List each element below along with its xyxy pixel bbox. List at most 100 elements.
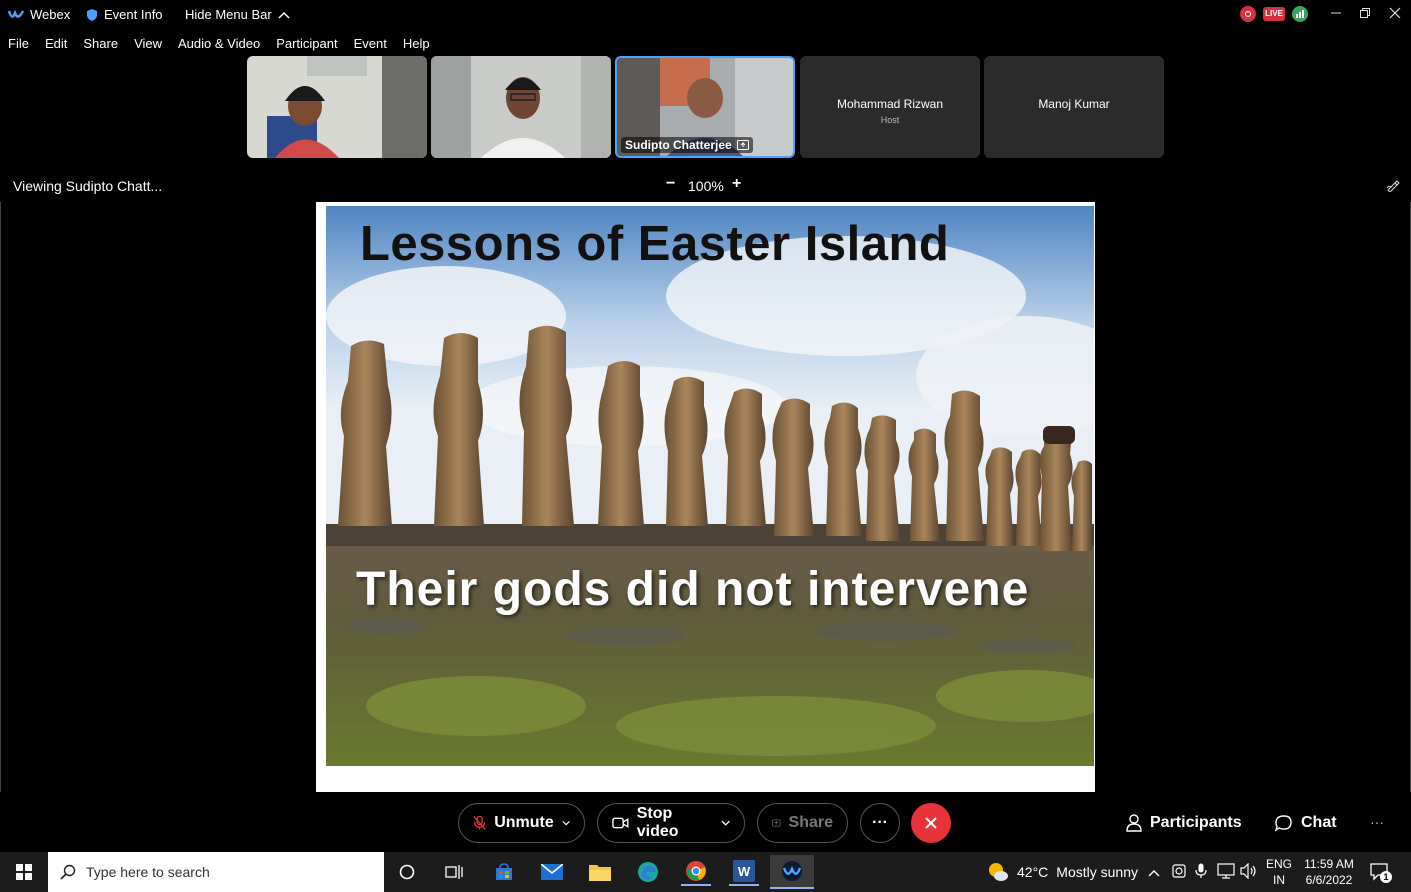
participants-label: Participants [1150,814,1242,831]
hide-menu-bar-button[interactable]: Hide Menu Bar [185,7,290,22]
app-name: Webex [30,7,71,22]
microphone-icon [1195,863,1207,878]
weather-desc: Mostly sunny [1056,864,1138,880]
folder-icon [589,865,611,881]
annotate-button[interactable] [1386,178,1400,197]
microsoft-store-icon [496,863,512,880]
shared-slide[interactable]: Lessons of Easter Island Their gods did … [316,202,1095,792]
menu-help[interactable]: Help [395,33,438,55]
notification-center-button[interactable]: 1 [1370,862,1392,887]
sun-cloud-icon [989,863,1008,881]
network-indicator[interactable] [1217,863,1235,884]
webcam-indicator[interactable] [1171,863,1187,884]
network-stats-icon[interactable] [1292,6,1308,22]
menu-participant[interactable]: Participant [268,33,345,55]
network-icon [1217,863,1235,879]
webex-logo-icon [8,8,24,18]
weather-widget[interactable]: 42°C Mostly sunny [987,862,1138,882]
participant-name: Mohammad Rizwan [836,97,944,111]
chat-panel-button[interactable]: Chat [1275,814,1337,832]
shared-content-stage: Lessons of Easter Island Their gods did … [0,202,1411,792]
slide-caption: Their gods did not intervene [356,563,1030,616]
unmute-label: Unmute [494,814,554,831]
more-options-button[interactable]: ··· [860,803,900,843]
task-view-button[interactable] [439,858,469,886]
input-language-indicator[interactable]: ENG IN [1266,856,1292,888]
word-icon: W [733,860,755,882]
menu-edit[interactable]: Edit [37,33,75,55]
restore-button[interactable] [1350,4,1380,24]
menu-file[interactable]: File [0,33,37,55]
participant-name: Sudipto Chatterjee [625,138,732,152]
search-placeholder: Type here to search [86,864,210,880]
panel-overflow-button[interactable]: ··· [1370,814,1384,830]
speaker-icon [1240,862,1256,880]
microphone-indicator[interactable] [1195,863,1207,884]
stop-video-label: Stop video [636,805,679,840]
recording-icon[interactable] [1240,6,1256,22]
edge-app[interactable] [633,858,663,886]
chevron-down-icon [721,820,730,826]
zoom-in-button[interactable]: + [732,175,741,193]
event-info-button[interactable]: Event Info [86,7,163,22]
participant-video-active-speaker[interactable]: Sudipto Chatterjee [615,56,795,158]
unmute-button[interactable]: Unmute [458,803,585,843]
webex-app-active[interactable] [770,855,814,889]
live-badge[interactable]: LIVE [1263,7,1285,21]
file-explorer-app[interactable] [585,858,615,886]
menu-event[interactable]: Event [346,33,395,55]
minimize-button[interactable] [1321,4,1351,24]
clock-time: 11:59 AM [1304,857,1354,871]
store-app[interactable] [489,858,519,886]
webex-taskbar-icon [782,861,802,881]
cortana-circle-icon [399,864,415,880]
word-app[interactable]: W [729,858,759,886]
taskbar-search-box[interactable]: Type here to search [48,852,384,892]
participant-video-1[interactable] [247,56,427,158]
menu-audio-video[interactable]: Audio & Video [170,33,268,55]
title-bar: Webex Event Info Hide Menu Bar LIVE [0,0,1411,30]
start-button[interactable] [9,858,39,886]
stop-video-button[interactable]: Stop video [597,803,745,843]
participant-tile-manoj-kumar[interactable]: Manoj Kumar [984,56,1164,158]
volume-indicator[interactable] [1240,862,1258,884]
participant-tile-mohammad-rizwan[interactable]: Mohammad Rizwan Host [800,56,980,158]
menu-view[interactable]: View [126,33,170,55]
close-window-button[interactable] [1380,4,1410,24]
chat-bubble-icon [1275,815,1292,832]
menu-bar: File Edit Share View Audio & Video Parti… [0,33,438,55]
zoom-out-button[interactable]: − [666,175,675,193]
mail-app[interactable] [537,858,567,886]
slide-image: Lessons of Easter Island Their gods did … [326,206,1094,766]
zoom-level: 100% [688,178,724,194]
more-options-label: ··· [872,814,888,831]
close-icon [1389,7,1401,19]
annotate-icon [1386,180,1400,193]
screen-share-icon [736,140,749,150]
svg-text:W: W [738,864,751,879]
language-code: ENG [1266,857,1293,871]
windows-taskbar: Type here to search W 42°C Mostly sunny [0,852,1411,892]
stage-left-padding [0,202,238,792]
search-icon [60,864,76,880]
clock[interactable]: 11:59 AM 6/6/2022 [1300,856,1358,888]
restore-icon [1360,8,1370,18]
video-camera-icon [612,817,629,829]
notification-count-badge: 1 [1380,871,1392,883]
task-view-icon [445,865,463,879]
share-button[interactable]: Share [757,803,848,843]
easter-island-photo [326,206,1094,766]
cortana-button[interactable] [392,858,422,886]
clock-date: 6/6/2022 [1305,873,1353,887]
participants-panel-button[interactable]: Participants [1126,814,1242,832]
participant-video-2[interactable] [431,56,611,158]
chevron-down-icon [562,820,570,826]
show-hidden-icons-button[interactable] [1148,864,1160,882]
microphone-muted-icon [473,815,486,831]
chrome-app[interactable] [681,858,711,886]
chevron-up-icon [278,11,290,19]
menu-share[interactable]: Share [75,33,126,55]
participant-role: Host [880,115,900,125]
leave-meeting-button[interactable] [911,803,951,843]
chevron-up-icon [1148,870,1160,877]
